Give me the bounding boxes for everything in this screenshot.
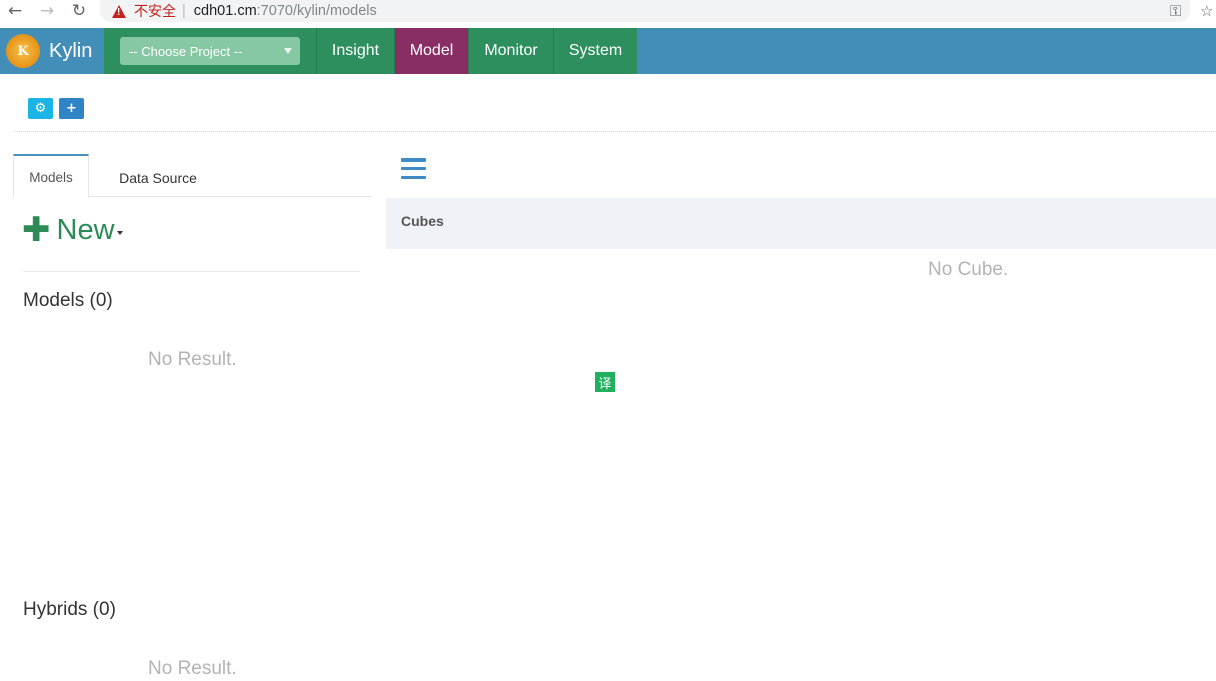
add-button[interactable]: + — [59, 98, 84, 119]
back-icon[interactable]: ← — [4, 0, 26, 22]
tab-data-source[interactable]: Data Source — [103, 154, 213, 197]
brand-name: Kylin — [49, 39, 93, 62]
project-select[interactable]: -- Choose Project -- — [120, 37, 300, 65]
cubes-title: Cubes — [401, 213, 444, 229]
translate-icon[interactable]: 译 — [595, 372, 615, 392]
reload-icon[interactable]: ↻ — [68, 0, 90, 22]
main-nav: Insight Model Monitor System — [316, 28, 637, 74]
models-empty: No Result. — [148, 349, 237, 370]
address-separator: | — [182, 3, 186, 19]
plus-icon: + — [66, 101, 77, 116]
brand[interactable]: K Kylin — [0, 28, 104, 74]
url-path: :7070/kylin/models — [256, 3, 377, 19]
key-icon[interactable]: ⚿ — [1170, 0, 1181, 22]
warning-icon — [112, 4, 126, 18]
security-label[interactable]: 不安全 — [134, 1, 176, 21]
cogs-icon: ⚙ — [34, 101, 47, 116]
toolbar: ⚙ + — [28, 98, 84, 119]
new-label: New — [56, 214, 115, 246]
caret-down-icon — [116, 231, 123, 235]
nav-system[interactable]: System — [553, 28, 637, 74]
nav-insight[interactable]: Insight — [316, 28, 394, 74]
project-selector-area: -- Choose Project -- — [104, 28, 316, 74]
chevron-down-icon — [284, 48, 292, 54]
hybrids-empty: No Result. — [148, 658, 237, 679]
nav-model[interactable]: Model — [394, 28, 468, 74]
hybrids-title: Hybrids (0) — [23, 599, 116, 620]
app-header: K Kylin -- Choose Project -- Insight Mod… — [0, 28, 1216, 74]
new-button[interactable]: ✚ New — [22, 212, 123, 248]
models-title: Models (0) — [23, 290, 113, 311]
nav-monitor[interactable]: Monitor — [468, 28, 553, 74]
browser-toolbar: ← → ↻ 不安全 | cdh01.cm:7070/kylin/models ⚿… — [0, 0, 1216, 28]
bookmark-star-icon[interactable]: ☆ — [1200, 0, 1213, 22]
cubes-header: Cubes — [386, 198, 1216, 249]
forward-icon[interactable]: → — [36, 0, 58, 22]
plus-icon: ✚ — [22, 210, 51, 250]
kylin-logo-icon: K — [6, 34, 40, 68]
menu-icon[interactable] — [401, 158, 426, 179]
left-tabs: Models Data Source — [13, 154, 371, 198]
left-divider — [23, 271, 360, 272]
toolbar-divider — [13, 131, 1216, 132]
url-host: cdh01.cm — [193, 3, 257, 19]
project-select-value: -- Choose Project -- — [129, 43, 243, 59]
cubes-empty: No Cube. — [928, 259, 1009, 280]
tab-models[interactable]: Models — [13, 154, 89, 198]
address-bar[interactable]: 不安全 | cdh01.cm:7070/kylin/models — [100, 0, 1190, 22]
cogs-button[interactable]: ⚙ — [28, 98, 53, 119]
